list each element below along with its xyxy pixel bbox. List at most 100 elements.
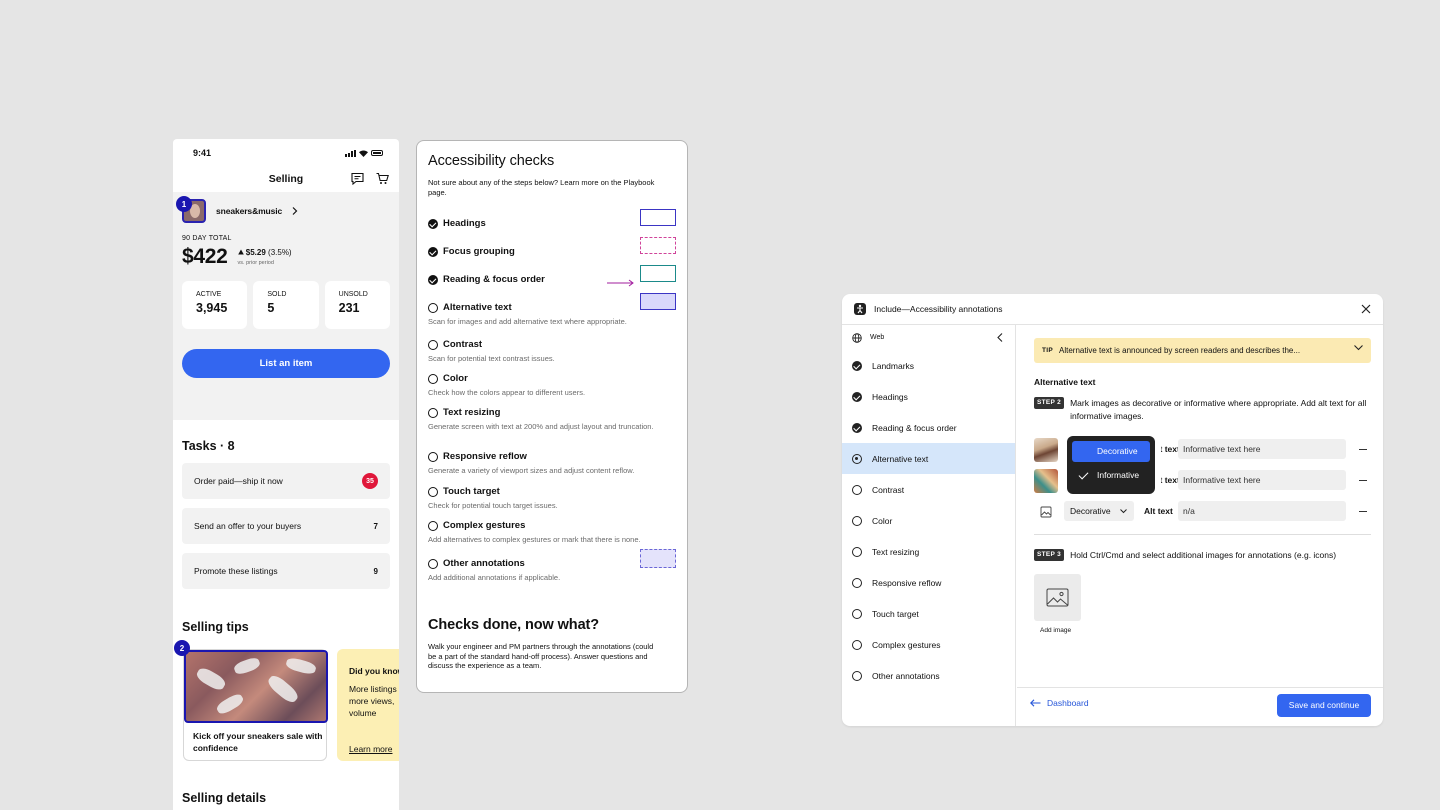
sidebar-item-label: Alternative text [872,453,929,464]
check-item[interactable]: Complex gestures Add alternatives to comp… [428,520,678,545]
stat-value: 3,945 [196,301,228,315]
sidebar-item[interactable]: Reading & focus order [842,412,1015,443]
delta-pct: (3.5%) [268,248,292,257]
image-placeholder-icon[interactable] [1034,500,1058,524]
check-item-label: Headings [443,218,486,229]
task-count: 7 [373,521,378,531]
check-item[interactable]: Responsive reflow Generate a variety of v… [428,451,678,476]
checked-circle-icon[interactable] [428,274,438,285]
check-item-label: Responsive reflow [443,451,527,462]
unchecked-circle-icon[interactable] [428,407,438,418]
platform-label: Web [870,334,885,341]
unchecked-circle-icon[interactable] [428,486,438,497]
check-item[interactable]: Focus grouping [428,246,515,257]
check-item-title: Complex gestures [428,520,678,531]
stat-card[interactable]: ACTIVE 3,945 [182,281,248,329]
task-label: Send an offer to your buyers [194,521,302,531]
checks-done-title: Checks done, now what? [428,617,600,633]
check-item[interactable]: Touch target Check for potential touch ta… [428,486,678,511]
stat-card[interactable]: SOLD 5 [253,281,319,329]
delta-note: vs. prior period [237,260,274,266]
stat-label: SOLD [267,291,287,298]
sidebar-item[interactable]: Text resizing [842,536,1015,567]
remove-icon[interactable] [1359,449,1367,451]
task-label: Order paid—ship it now [194,476,283,486]
list-item-button[interactable]: List an item [182,349,390,378]
tip2-body: More listings more views, volume [349,684,397,718]
alt-text-input[interactable]: n/a [1178,501,1346,521]
sidebar-item[interactable]: Headings [842,381,1015,412]
check-item[interactable]: Reading & focus order [428,274,545,285]
chevron-left-icon[interactable] [997,333,1003,342]
sidebar-item-label: Other annotations [872,670,940,681]
unchecked-circle-icon[interactable] [428,373,438,384]
check-item-description: Scan for potential text contrast issues. [428,354,555,363]
dialog-content: TIP Alternative text is announced by scr… [1017,325,1383,687]
check-item[interactable]: Color Check how the colors appear to diff… [428,373,678,398]
sidebar-item[interactable]: Color [842,505,1015,536]
check-item-description: Check for potential touch target issues. [428,501,558,510]
checks-title: Accessibility checks [428,153,555,169]
unchecked-circle-icon[interactable] [428,451,438,462]
task-row[interactable]: Send an offer to your buyers 7 [182,508,390,544]
task-row[interactable]: Promote these listings 9 [182,553,390,589]
tip-card-2[interactable]: Did you know More listings more views, v… [337,649,399,761]
image-thumbnail[interactable] [1034,469,1058,493]
alt-text-input[interactable]: Informative text here [1178,439,1346,459]
check-item-label: Complex gestures [443,520,526,531]
tip-card[interactable]: Kick off your sneakers sale with confide… [183,649,328,761]
delta-value: $5.29 [245,248,266,257]
globe-icon [852,332,862,343]
dashboard-link[interactable]: Dashboard [1030,698,1089,708]
learn-more-link[interactable]: Learn more [349,743,399,755]
checked-circle-icon [852,422,862,433]
sidebar-item[interactable]: Touch target [842,598,1015,629]
check-item-description: Check how the colors appear to different… [428,388,586,397]
unchecked-circle-icon[interactable] [428,302,438,313]
sidebar-item[interactable]: Contrast [842,474,1015,505]
close-icon[interactable] [1359,302,1373,316]
unchecked-circle-icon [852,515,862,526]
image-thumbnail[interactable] [1034,438,1058,462]
step-2-text: Mark images as decorative or informative… [1070,398,1367,421]
tip-banner[interactable]: TIP Alternative text is announced by scr… [1034,338,1371,363]
image-type-select[interactable]: Decorative [1064,501,1134,521]
check-item[interactable]: Contrast Scan for potential text contrast… [428,339,678,364]
check-icon [1078,469,1089,480]
dropdown-option-informative[interactable]: Informative [1072,465,1150,486]
unchecked-circle-icon [852,639,862,650]
sidebar-item[interactable]: Responsive reflow [842,567,1015,598]
section-title: Alternative text [1034,377,1096,387]
image-icon [1046,588,1069,607]
remove-icon[interactable] [1359,511,1367,513]
seller-row[interactable]: sneakers&music [182,198,390,224]
sidebar-item[interactable]: Alternative text [842,443,1015,474]
add-image-button[interactable] [1034,574,1081,621]
remove-icon[interactable] [1359,480,1367,482]
sidebar-item[interactable]: Other annotations [842,660,1015,691]
alt-text-input[interactable]: Informative text here [1178,470,1346,490]
save-and-continue-button[interactable]: Save and continue [1277,694,1371,717]
unchecked-circle-icon[interactable] [428,339,438,350]
sidebar-item[interactable]: Landmarks [842,350,1015,381]
focus-grouping-preview [640,237,676,254]
cart-icon[interactable] [376,172,389,185]
task-row[interactable]: Order paid—ship it now 35 [182,463,390,499]
checked-circle-icon[interactable] [428,218,438,229]
unchecked-circle-icon[interactable] [428,558,438,569]
stat-card[interactable]: UNSOLD 231 [324,281,390,329]
check-item[interactable]: Headings [428,218,486,229]
check-item-description: Generate screen with text at 200% and ad… [428,422,654,431]
check-item-description: Add additional annotations if applicable… [428,573,561,582]
messages-icon[interactable] [351,172,364,185]
sidebar-item[interactable]: Complex gestures [842,629,1015,660]
image-row: Decorative Alt text n/a [1034,500,1371,524]
stat-value: 231 [338,301,360,315]
sidebar-item-label: Text resizing [872,546,920,557]
unchecked-circle-icon[interactable] [428,520,438,531]
check-item[interactable]: Text resizing Generate screen with text a… [428,407,678,432]
dropdown-option-decorative[interactable]: Decorative [1072,441,1150,462]
select-value: Decorative [1070,506,1111,516]
arrow-right-icon [607,279,634,287]
checked-circle-icon[interactable] [428,246,438,257]
